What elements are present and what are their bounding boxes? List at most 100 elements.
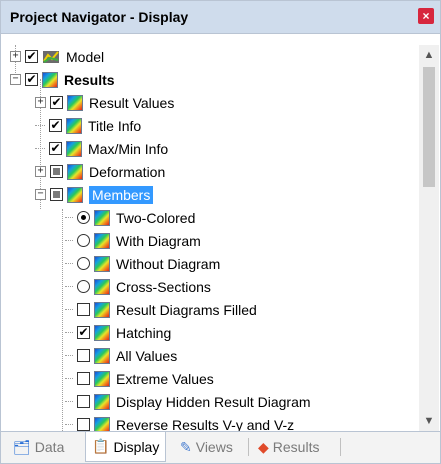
results-icon — [67, 94, 83, 111]
tree-line — [65, 240, 73, 241]
results-icon — [94, 301, 110, 318]
tree-line — [65, 217, 73, 218]
tree-item-hatching[interactable]: Hatching — [65, 321, 171, 344]
tree-item-title-info[interactable]: Title Info — [35, 114, 141, 137]
tab-label: Results — [272, 439, 320, 455]
expand-icon[interactable]: + — [35, 97, 46, 108]
tree-line — [65, 263, 73, 264]
tree-line — [65, 378, 73, 379]
results-icon — [94, 232, 110, 249]
radio-button[interactable] — [77, 257, 90, 270]
checkbox[interactable] — [49, 119, 62, 132]
checkbox[interactable] — [49, 142, 62, 155]
results-icon — [94, 347, 110, 364]
display-tree: + Model − Results + Result Values Title — [1, 45, 419, 431]
scroll-up-icon[interactable]: ▲ — [419, 47, 439, 63]
tree-item-deformation[interactable]: + Deformation — [35, 160, 165, 183]
collapse-icon[interactable]: − — [35, 189, 46, 200]
checkbox[interactable] — [50, 96, 63, 109]
tab-separator — [340, 438, 341, 456]
tree-item-with-diagram[interactable]: With Diagram — [65, 229, 201, 252]
tree-item-without-diagram[interactable]: Without Diagram — [65, 252, 220, 275]
tree-line — [35, 148, 45, 149]
tab-label: Display — [113, 438, 160, 455]
tree-item-label: Model — [66, 48, 105, 65]
tree-item-label: Reverse Results V-y and V-z — [116, 416, 295, 432]
results-icon — [66, 117, 82, 134]
checkbox[interactable] — [77, 372, 90, 385]
collapse-icon[interactable]: − — [10, 74, 21, 85]
tree-item-results[interactable]: − Results — [10, 68, 115, 91]
tree-item-result-diagrams-filled[interactable]: Result Diagrams Filled — [65, 298, 257, 321]
tree-item-label: All Values — [116, 347, 178, 364]
results-icon — [94, 416, 110, 431]
tree-item-two-colored[interactable]: Two-Colored — [65, 206, 195, 229]
results-tab-icon: ◆ — [258, 438, 269, 455]
tree-item-label: With Diagram — [116, 232, 201, 249]
scrollbar-thumb[interactable] — [423, 67, 435, 187]
tree-item-cross-sections[interactable]: Cross-Sections — [65, 275, 211, 298]
checkbox[interactable] — [25, 50, 38, 63]
tree-line — [35, 125, 45, 126]
tree-item-label: Hatching — [116, 324, 172, 341]
checkbox[interactable] — [25, 73, 38, 86]
display-icon: 📋 — [92, 438, 110, 454]
checkbox[interactable] — [77, 395, 90, 408]
tree-line — [65, 401, 73, 402]
title-bar: Project Navigator - Display × — [1, 1, 440, 34]
results-icon — [67, 163, 83, 180]
checkbox[interactable] — [50, 165, 63, 178]
tree-item-reverse-results[interactable]: Reverse Results V-y and V-z — [65, 413, 294, 431]
tree-item-members[interactable]: − Members — [35, 183, 154, 206]
tree-item-label: Display Hidden Result Diagram — [116, 393, 311, 410]
tree-item-model[interactable]: + Model — [10, 45, 104, 68]
tree-item-display-hidden-result-diagram[interactable]: Display Hidden Result Diagram — [65, 390, 311, 413]
tree-line — [62, 209, 63, 431]
checkbox[interactable] — [50, 188, 63, 201]
scroll-down-icon[interactable]: ▼ — [419, 413, 439, 429]
tree-item-label: Members — [89, 185, 154, 204]
tree-item-extreme-values[interactable]: Extreme Values — [65, 367, 214, 390]
tree-item-label: Title Info — [88, 117, 142, 134]
tree-item-label: Results — [64, 71, 115, 88]
expand-icon[interactable]: + — [10, 51, 21, 62]
checkbox[interactable] — [77, 349, 90, 362]
radio-button[interactable] — [77, 280, 90, 293]
tree-item-label: Extreme Values — [116, 370, 214, 387]
tree-item-label: Max/Min Info — [88, 140, 169, 157]
results-icon — [67, 186, 83, 203]
tab-results[interactable]: ◆ Results — [252, 434, 325, 460]
tab-display[interactable]: 📋 Display — [85, 432, 167, 462]
expand-icon[interactable]: + — [35, 166, 46, 177]
tree-item-label: Deformation — [89, 163, 166, 180]
tab-label: Views — [195, 439, 233, 455]
vertical-scrollbar[interactable]: ▲ ▼ — [419, 45, 439, 431]
results-icon — [94, 324, 110, 341]
tree-line — [65, 286, 73, 287]
tree-item-all-values[interactable]: All Values — [65, 344, 177, 367]
tab-label: Data — [34, 439, 65, 455]
model-icon — [42, 49, 60, 65]
tree-line — [65, 332, 73, 333]
tree-line — [65, 424, 73, 425]
close-icon[interactable]: × — [418, 8, 434, 24]
tree-item-maxmin-info[interactable]: Max/Min Info — [35, 137, 168, 160]
tree-line — [65, 309, 73, 310]
checkbox[interactable] — [77, 326, 90, 339]
radio-button[interactable] — [77, 211, 90, 224]
checkbox[interactable] — [77, 303, 90, 316]
tree-item-label: Result Values — [89, 94, 175, 111]
tab-data[interactable]: 🗂 Data — [7, 434, 70, 460]
tree-item-label: Without Diagram — [116, 255, 221, 272]
views-icon: ✎ — [180, 438, 192, 455]
checkbox[interactable] — [77, 418, 90, 431]
project-navigator-panel: Project Navigator - Display × + Model − … — [0, 0, 441, 464]
tab-views[interactable]: ✎ Views — [174, 434, 239, 460]
tree-item-label: Two-Colored — [116, 209, 196, 226]
results-icon — [94, 209, 110, 226]
tree-item-label: Result Diagrams Filled — [116, 301, 257, 318]
tree-line — [65, 355, 73, 356]
tree-item-result-values[interactable]: + Result Values — [35, 91, 174, 114]
radio-button[interactable] — [77, 234, 90, 247]
data-icon: 🗂 — [13, 438, 31, 455]
